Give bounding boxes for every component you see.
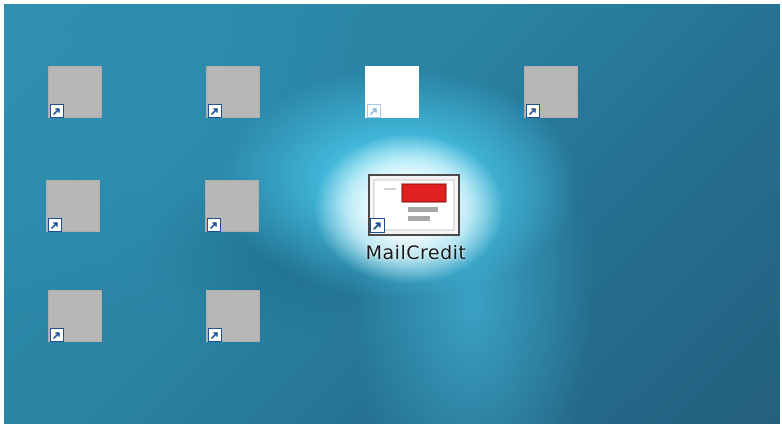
mailcredit-label: MailCredit xyxy=(365,242,467,264)
desktop-shortcut-6[interactable] xyxy=(205,180,259,232)
shortcut-arrow-icon xyxy=(526,104,540,118)
mailcredit-shortcut[interactable]: MailCredit xyxy=(352,174,480,274)
desktop-shortcut-8[interactable] xyxy=(206,290,260,342)
desktop-shortcut-3[interactable] xyxy=(365,66,419,118)
desktop-shortcut-4[interactable] xyxy=(524,66,578,118)
shortcut-arrow-icon xyxy=(207,218,221,232)
desktop-shortcut-2[interactable] xyxy=(206,66,260,118)
shortcut-arrow-icon xyxy=(370,218,385,233)
desktop-shortcut-7[interactable] xyxy=(48,290,102,342)
shortcut-arrow-icon xyxy=(50,328,64,342)
shortcut-arrow-icon xyxy=(50,104,64,118)
shortcut-arrow-icon xyxy=(367,104,381,118)
desktop-shortcut-5[interactable] xyxy=(46,180,100,232)
desktop[interactable]: MailCredit xyxy=(4,4,780,424)
shortcut-arrow-icon xyxy=(208,328,222,342)
desktop-shortcut-1[interactable] xyxy=(48,66,102,118)
shortcut-arrow-icon xyxy=(48,218,62,232)
shortcut-arrow-icon xyxy=(208,104,222,118)
